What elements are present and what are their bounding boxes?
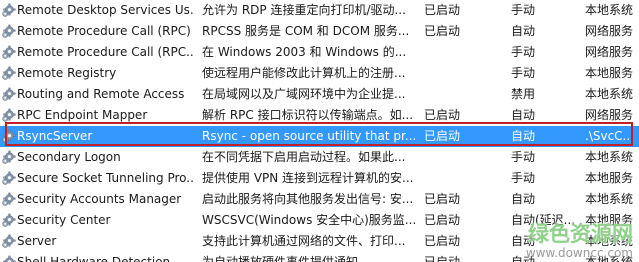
service-name: Secure Socket Tunneling Pro... [17,171,195,185]
service-name: RPC Endpoint Mapper [17,108,148,122]
service-startup-type: 禁用 [511,87,536,101]
service-description: 在 Windows 2003 和 Windows 的... [202,45,407,59]
gear-icon [1,66,16,81]
service-row[interactable]: Remote Registry 使远程用户能修改此计算机上的注册... 手动 本… [0,63,639,84]
service-startup-type: 手动 [511,45,536,59]
services-list: Remote Desktop Services Us... 允许为 RDP 连接… [0,0,639,262]
gear-icon [1,45,16,60]
service-startup-type: 自动 [511,192,536,206]
service-description: 在不同凭据下启用启动过程。如果此... [202,150,406,164]
service-logon-as: 网络服务 [585,45,634,59]
service-startup-type: 自动 [511,255,536,262]
service-name: Security Center [17,213,111,227]
service-description: 解析 RPC 接口标识符以传输端点。如... [202,108,414,122]
service-row[interactable]: Remote Procedure Call (RPC) RPCSS 服务是 CO… [0,21,639,42]
service-row[interactable]: Security Accounts Manager 启动此服务将向其他服务发出信… [0,189,639,210]
gear-icon [1,87,16,102]
service-logon-as: 本地系统 [585,255,634,262]
service-description: 在局域网以及广域网环境中为企业提... [202,87,406,101]
service-startup-type: 手动 [511,3,536,17]
service-startup-type: 自动(延迟... [511,213,576,227]
service-description: 支持此计算机通过网络的文件、打印... [202,234,406,248]
service-status: 已启动 [424,24,461,38]
service-startup-type: 自动 [511,234,536,248]
service-startup-type: 手动 [511,150,536,164]
gear-icon [1,24,16,39]
service-row[interactable]: Remote Procedure Call (RPC... 在 Windows … [0,42,639,63]
gear-icon [1,129,16,144]
service-logon-as: .\SvcC... [585,129,634,143]
service-name: Routing and Remote Access [17,87,185,101]
service-name: Shell Hardware Detection [17,255,171,262]
service-description: 提供使用 VPN 连接到远程计算机的安... [202,171,414,185]
service-name: Remote Desktop Services Us... [17,3,195,17]
service-startup-type: 自动 [511,108,536,122]
service-status: 已启动 [424,213,461,227]
gear-icon [1,108,16,123]
service-row[interactable]: Security Center WSCSVC(Windows 安全中心)服务监.… [0,210,639,231]
service-logon-as: 网络服务 [585,108,634,122]
service-status [424,63,504,84]
service-logon-as: 本地服务 [585,213,634,227]
gear-icon [1,171,16,186]
service-description: RPCSS 服务是 COM 和 DCOM 服务... [202,24,410,38]
service-name: RsyncServer [17,129,93,143]
service-startup-type: 手动 [511,171,536,185]
gear-icon [1,234,16,249]
service-status [424,42,504,63]
gear-icon [1,213,16,228]
service-description: 允许为 RDP 连接重定向打印机/驱动... [202,3,406,17]
service-row[interactable]: Server 支持此计算机通过网络的文件、打印... 已启动 自动 本地系统 [0,231,639,252]
service-name: Remote Registry [17,66,117,80]
gear-icon [1,3,16,18]
service-status [424,168,504,189]
service-row[interactable]: Shell Hardware Detection 为自动播放硬件事件提供通知。 … [0,252,639,262]
service-row[interactable]: RPC Endpoint Mapper 解析 RPC 接口标识符以传输端点。如.… [0,105,639,126]
service-startup-type: 自动 [511,129,536,143]
service-description: 使远程用户能修改此计算机上的注册... [202,66,406,80]
service-status [424,84,504,105]
service-logon-as: 本地系统 [585,3,634,17]
service-row[interactable]: Remote Desktop Services Us... 允许为 RDP 连接… [0,0,639,21]
service-description: 启动此服务将向其他服务发出信号: 安... [202,192,414,206]
service-name: Security Accounts Manager [17,192,182,206]
gear-icon [1,192,16,207]
service-logon-as: 本地系统 [585,150,634,164]
service-status [424,147,504,168]
service-logon-as: 本地系统 [585,192,634,206]
service-row[interactable]: Routing and Remote Access 在局域网以及广域网环境中为企… [0,84,639,105]
service-status: 已启动 [424,129,461,143]
gear-icon [1,255,16,262]
service-logon-as: 本地系统 [585,234,634,248]
service-status: 已启动 [424,234,461,248]
service-status: 已启动 [424,108,461,122]
service-name: Secondary Logon [17,150,121,164]
service-status: 已启动 [424,192,461,206]
service-row[interactable]: RsyncServer Rsync - open source utility … [0,126,639,147]
service-startup-type: 自动 [511,24,536,38]
service-logon-as: 网络服务 [585,24,634,38]
gear-icon [1,150,16,165]
service-logon-as: 本地系统 [585,87,634,101]
service-startup-type: 手动 [511,66,536,80]
service-row[interactable]: Secondary Logon 在不同凭据下启用启动过程。如果此... 手动 本… [0,147,639,168]
service-logon-as: 本地服务 [585,66,634,80]
service-status: 已启动 [424,3,461,17]
service-name: Remote Procedure Call (RPC) [17,24,191,38]
service-description: Rsync - open source utility that pr... [202,129,416,143]
service-description: 为自动播放硬件事件提供通知。 [202,255,371,262]
service-logon-as: 本地服务 [585,171,634,185]
service-name: Remote Procedure Call (RPC... [17,45,195,59]
service-status: 已启动 [424,255,461,262]
service-row[interactable]: Secure Socket Tunneling Pro... 提供使用 VPN … [0,168,639,189]
service-name: Server [17,234,57,248]
service-description: WSCSVC(Windows 安全中心)服务监... [202,213,416,227]
